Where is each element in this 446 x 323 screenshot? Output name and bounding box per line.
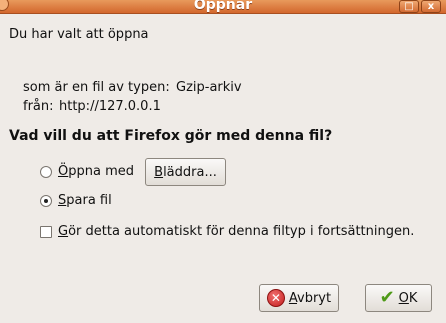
save-file-radio[interactable] <box>40 195 52 207</box>
title-bar: Öppnar □ x <box>0 0 446 14</box>
open-with-label[interactable]: Öppna med <box>58 164 134 179</box>
window-title: Öppnar <box>193 0 253 13</box>
file-type-value: Gzip-arkiv <box>176 80 242 95</box>
save-file-label[interactable]: Spara fil <box>58 193 112 208</box>
source-value: http://127.0.0.1 <box>59 99 161 114</box>
file-type-label: som är en fil av typen: <box>23 80 170 95</box>
ok-check-icon: ✔ <box>379 287 395 308</box>
intro-text: Du har valt att öppna <box>9 27 149 42</box>
cancel-icon: ✕ <box>266 289 285 307</box>
question-heading: Vad vill du att Firefox gör med denna fi… <box>9 128 333 144</box>
close-button[interactable]: x <box>421 0 441 13</box>
maximize-icon: □ <box>404 1 414 12</box>
cancel-button-label: Avbryt <box>288 290 332 306</box>
browse-button[interactable]: Bläddra... <box>145 158 226 186</box>
source-label: från: <box>23 99 54 114</box>
cancel-button[interactable]: ✕ Avbryt <box>259 284 339 312</box>
auto-action-label[interactable]: Gör detta automatiskt för denna filtyp i… <box>58 224 414 239</box>
ok-button-label: OK <box>398 290 418 306</box>
browse-button-label: Bläddra... <box>154 164 217 180</box>
open-with-radio[interactable] <box>40 166 52 178</box>
auto-action-checkbox[interactable] <box>40 226 52 238</box>
ok-button[interactable]: ✔ OK <box>365 284 432 312</box>
close-icon: x <box>427 1 435 12</box>
maximize-button[interactable]: □ <box>399 0 419 13</box>
